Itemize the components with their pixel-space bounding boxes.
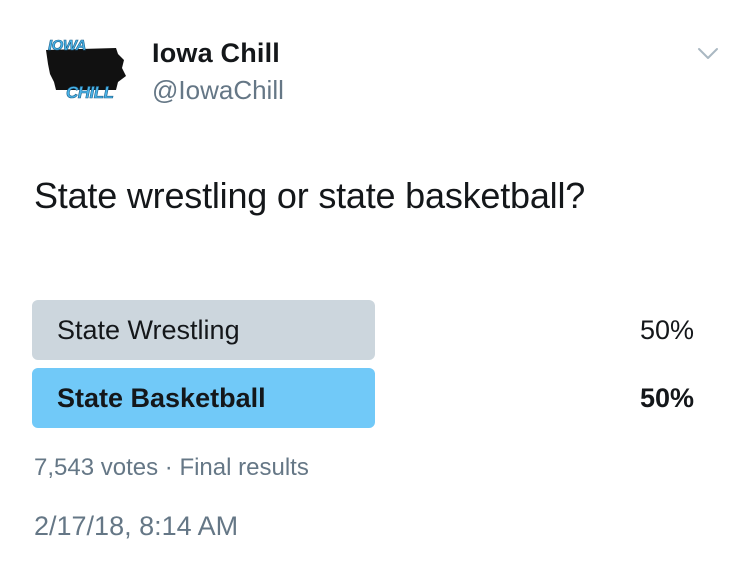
tweet-card: IOWA CHILL Iowa Chill @IowaChill State w…	[0, 0, 749, 562]
logo-text-top: IOWA	[48, 37, 86, 54]
poll-option: State Wrestling 50%	[32, 300, 696, 360]
handle[interactable]: @IowaChill	[152, 74, 284, 106]
poll-status: Final results	[179, 454, 309, 481]
display-name[interactable]: Iowa Chill	[152, 36, 280, 70]
poll-option-percent: 50%	[639, 383, 694, 413]
timestamp[interactable]: 2/17/18, 8:14 AM	[34, 508, 238, 544]
poll-option-label: State Basketball	[57, 383, 266, 413]
avatar[interactable]: IOWA CHILL	[38, 36, 134, 102]
logo-text-bottom: CHILL	[66, 83, 114, 102]
poll-option-label: State Wrestling	[57, 315, 240, 345]
poll-option-percent: 50%	[639, 315, 694, 345]
poll-meta-separator: ·	[164, 454, 173, 481]
poll-vote-count: 7,543 votes	[34, 454, 159, 481]
poll-option-winner: State Basketball 50%	[32, 368, 696, 428]
poll-meta: 7,543 votes · Final results	[34, 452, 309, 484]
chevron-down-icon[interactable]	[696, 46, 720, 62]
iowa-chill-logo-icon: IOWA CHILL	[46, 37, 126, 102]
tweet-text: State wrestling or state basketball?	[34, 175, 586, 216]
